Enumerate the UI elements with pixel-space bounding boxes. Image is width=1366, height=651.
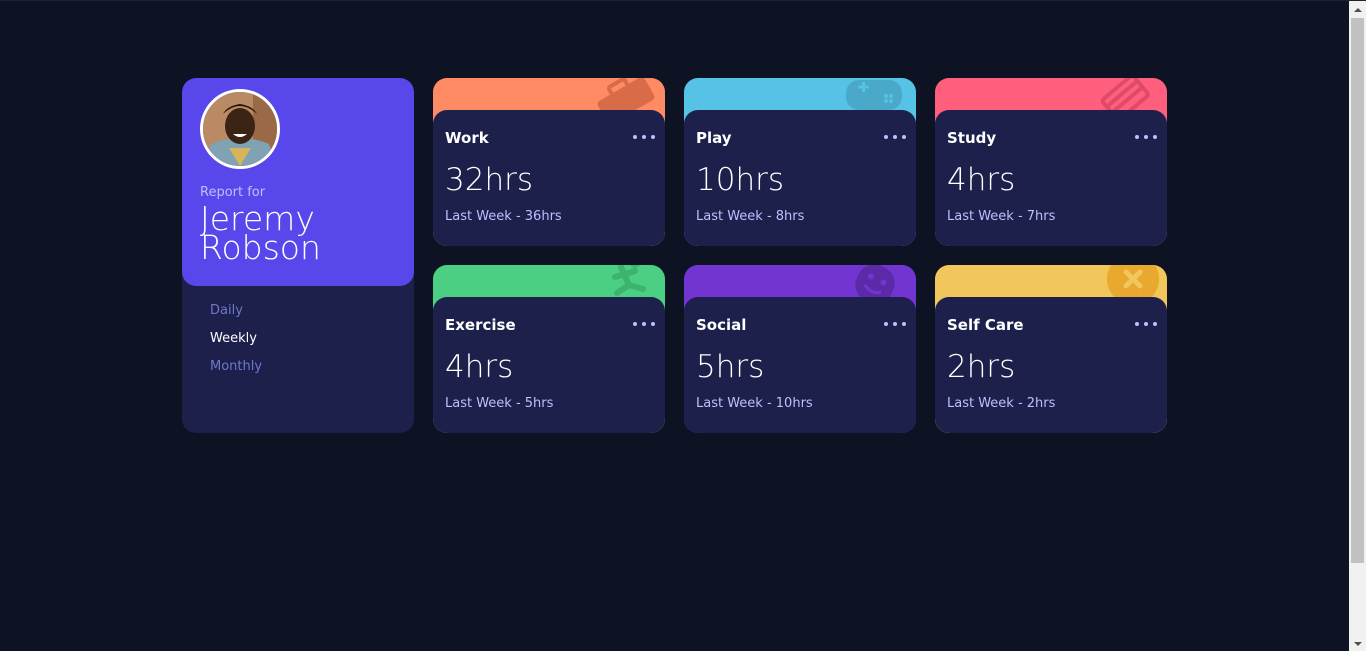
previous-hours: Last Week - 8hrs [696, 209, 805, 224]
profile-card: Report for Jeremy Robson Daily Weekly Mo… [182, 78, 414, 433]
current-hours: 5hrs [696, 349, 765, 385]
more-options-icon[interactable] [633, 130, 655, 144]
previous-hours: Last Week - 5hrs [445, 396, 554, 411]
current-hours: 32hrs [445, 162, 533, 198]
card-body: Self Care 2hrs Last Week - 2hrs [935, 297, 1167, 433]
card-social: Social 5hrs Last Week - 10hrs [684, 265, 916, 433]
card-body: Work 32hrs Last Week - 36hrs [433, 110, 665, 246]
card-body: Social 5hrs Last Week - 10hrs [684, 297, 916, 433]
scroll-up-arrow-icon[interactable] [1349, 1, 1366, 18]
more-options-icon[interactable] [1135, 317, 1157, 331]
card-body: Study 4hrs Last Week - 7hrs [935, 110, 1167, 246]
card-work: Work 32hrs Last Week - 36hrs [433, 78, 665, 246]
card-title: Work [445, 129, 489, 147]
card-exercise: Exercise 4hrs Last Week - 5hrs [433, 265, 665, 433]
card-body: Play 10hrs Last Week - 8hrs [684, 110, 916, 246]
period-selector: Daily Weekly Monthly [210, 302, 262, 386]
more-options-icon[interactable] [633, 317, 655, 331]
period-daily[interactable]: Daily [210, 302, 262, 330]
profile-header: Report for Jeremy Robson [182, 78, 414, 286]
current-hours: 4hrs [947, 162, 1016, 198]
period-monthly[interactable]: Monthly [210, 358, 262, 386]
previous-hours: Last Week - 10hrs [696, 396, 813, 411]
user-name: Jeremy Robson [200, 199, 321, 267]
card-body: Exercise 4hrs Last Week - 5hrs [433, 297, 665, 433]
current-hours: 2hrs [947, 349, 1016, 385]
more-options-icon[interactable] [884, 130, 906, 144]
previous-hours: Last Week - 7hrs [947, 209, 1056, 224]
card-title: Exercise [445, 316, 516, 334]
avatar [200, 89, 280, 169]
card-study: Study 4hrs Last Week - 7hrs [935, 78, 1167, 246]
current-hours: 10hrs [696, 162, 784, 198]
previous-hours: Last Week - 36hrs [445, 209, 562, 224]
card-title: Social [696, 316, 747, 334]
card-title: Self Care [947, 316, 1024, 334]
scroll-down-arrow-icon[interactable] [1349, 635, 1366, 651]
more-options-icon[interactable] [884, 317, 906, 331]
previous-hours: Last Week - 2hrs [947, 396, 1056, 411]
scrollbar-thumb[interactable] [1351, 18, 1364, 563]
card-title: Study [947, 129, 997, 147]
vertical-scrollbar[interactable] [1349, 1, 1366, 651]
report-for-label: Report for [200, 185, 266, 200]
card-play: Play 10hrs Last Week - 8hrs [684, 78, 916, 246]
current-hours: 4hrs [445, 349, 514, 385]
more-options-icon[interactable] [1135, 130, 1157, 144]
period-weekly[interactable]: Weekly [210, 330, 262, 358]
card-self-care: Self Care 2hrs Last Week - 2hrs [935, 265, 1167, 433]
card-title: Play [696, 129, 732, 147]
page: Report for Jeremy Robson Daily Weekly Mo… [0, 0, 1366, 651]
